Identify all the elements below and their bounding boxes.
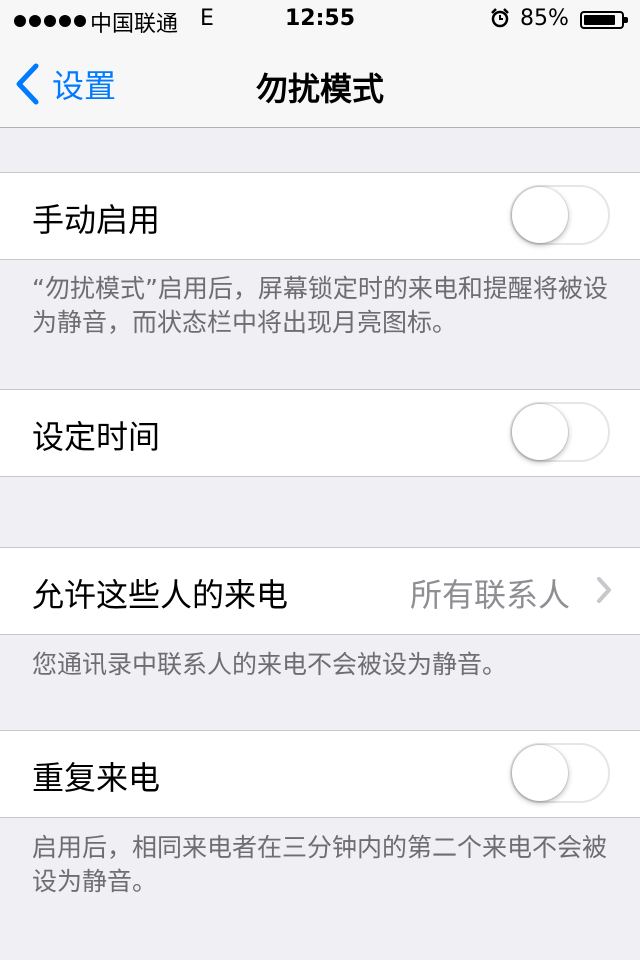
toggle-knob <box>512 404 568 460</box>
repeated-calls-label: 重复来电 <box>32 759 161 797</box>
repeated-calls-toggle[interactable] <box>510 743 610 803</box>
allow-calls-value: 所有联系人 <box>409 576 570 614</box>
manual-enable-footer: “勿扰模式”启用后，屏幕锁定时的来电和提醒将被设为静音，而状态栏中将出现月亮图标… <box>32 274 608 337</box>
page-title: 勿扰模式 <box>255 70 384 108</box>
scheduled-label: 设定时间 <box>32 418 161 456</box>
repeated-calls-row: 重复来电 <box>0 730 640 818</box>
manual-enable-label: 手动启用 <box>32 201 161 239</box>
toggle-knob <box>512 187 568 243</box>
navigation-bar: 设置 勿扰模式 <box>0 40 640 128</box>
scheduled-row: 设定时间 <box>0 389 640 477</box>
manual-enable-row: 手动启用 <box>0 172 640 260</box>
allow-calls-row[interactable]: 允许这些人的来电 所有联系人 <box>0 547 640 635</box>
scheduled-toggle[interactable] <box>510 402 610 462</box>
allow-calls-label: 允许这些人的来电 <box>32 576 289 614</box>
repeated-calls-footer: 启用后，相同来电者在三分钟内的第二个来电不会被设为静音。 <box>32 833 608 896</box>
manual-enable-toggle[interactable] <box>510 185 610 245</box>
status-bar: 中国联通 E 12:55 85% <box>0 0 640 40</box>
battery-icon <box>580 11 628 29</box>
toggle-knob <box>512 745 568 801</box>
allow-calls-footer: 您通讯录中联系人的来电不会被设为静音。 <box>32 650 508 679</box>
chevron-right-icon <box>597 577 611 603</box>
battery-percentage: 85% <box>520 6 569 31</box>
alarm-clock-icon <box>491 8 509 28</box>
